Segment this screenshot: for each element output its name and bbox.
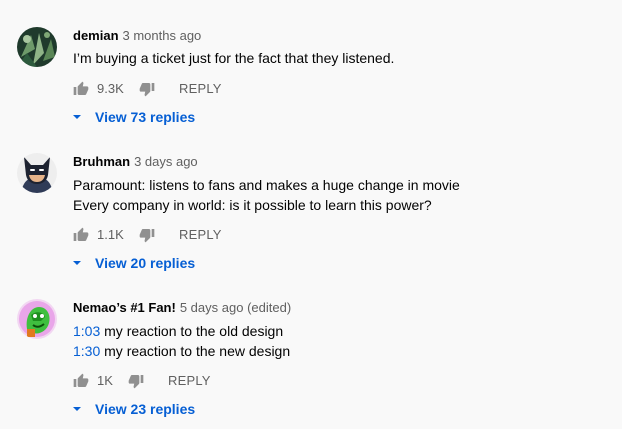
comment-line: 1:30 my reaction to the new design [73,341,290,361]
dislike-icon[interactable] [128,373,144,389]
view-replies-label: View 20 replies [95,255,196,271]
like-icon[interactable] [73,81,89,97]
comment-header: demian 3 months ago [73,28,201,44]
comment-line: 1:03 my reaction to the old design [73,321,290,341]
reply-button[interactable]: REPLY [179,79,222,99]
author-name[interactable]: demian [73,28,119,43]
avatar[interactable] [17,299,57,339]
like-count: 9.3K [97,81,124,96]
comment-line: Every company in world: is it possible t… [73,197,432,213]
comment-time[interactable]: 3 days ago [134,154,198,169]
comment-line: Paramount: listens to fans and makes a h… [73,177,460,193]
view-replies-label: View 23 replies [95,401,196,417]
comment-line-text: my reaction to the old design [100,323,284,339]
like-icon[interactable] [73,373,89,389]
comment-time[interactable]: 3 months ago [123,28,202,43]
avatar[interactable] [17,27,57,67]
comment-line-text: my reaction to the new design [100,343,291,359]
like-count: 1.1K [97,227,124,242]
chevron-down-icon [73,261,81,265]
timestamp-link[interactable]: 1:30 [73,343,100,359]
like-count: 1K [97,373,113,388]
dislike-icon[interactable] [139,81,155,97]
comment-text: 1:03 my reaction to the old design 1:30 … [73,321,290,361]
reply-button[interactable]: REPLY [179,225,222,245]
author-name[interactable]: Nemao’s #1 Fan! [73,300,176,315]
comment-header: Bruhman 3 days ago [73,154,198,170]
chevron-down-icon [73,407,81,411]
comment-text: Paramount: listens to fans and makes a h… [73,175,460,215]
avatar[interactable] [17,153,57,193]
comment-text: I’m buying a ticket just for the fact th… [73,48,394,68]
comment-line: I’m buying a ticket just for the fact th… [73,50,395,66]
author-name[interactable]: Bruhman [73,154,130,169]
edited-label: (edited) [247,300,292,315]
comment-header: Nemao’s #1 Fan! 5 days ago (edited) [73,300,291,316]
comment-time[interactable]: 5 days ago [180,300,244,315]
like-icon[interactable] [73,227,89,243]
timestamp-link[interactable]: 1:03 [73,323,100,339]
dislike-icon[interactable] [139,227,155,243]
reply-button[interactable]: REPLY [168,371,211,391]
view-replies-label: View 73 replies [95,109,196,125]
chevron-down-icon [73,115,81,119]
